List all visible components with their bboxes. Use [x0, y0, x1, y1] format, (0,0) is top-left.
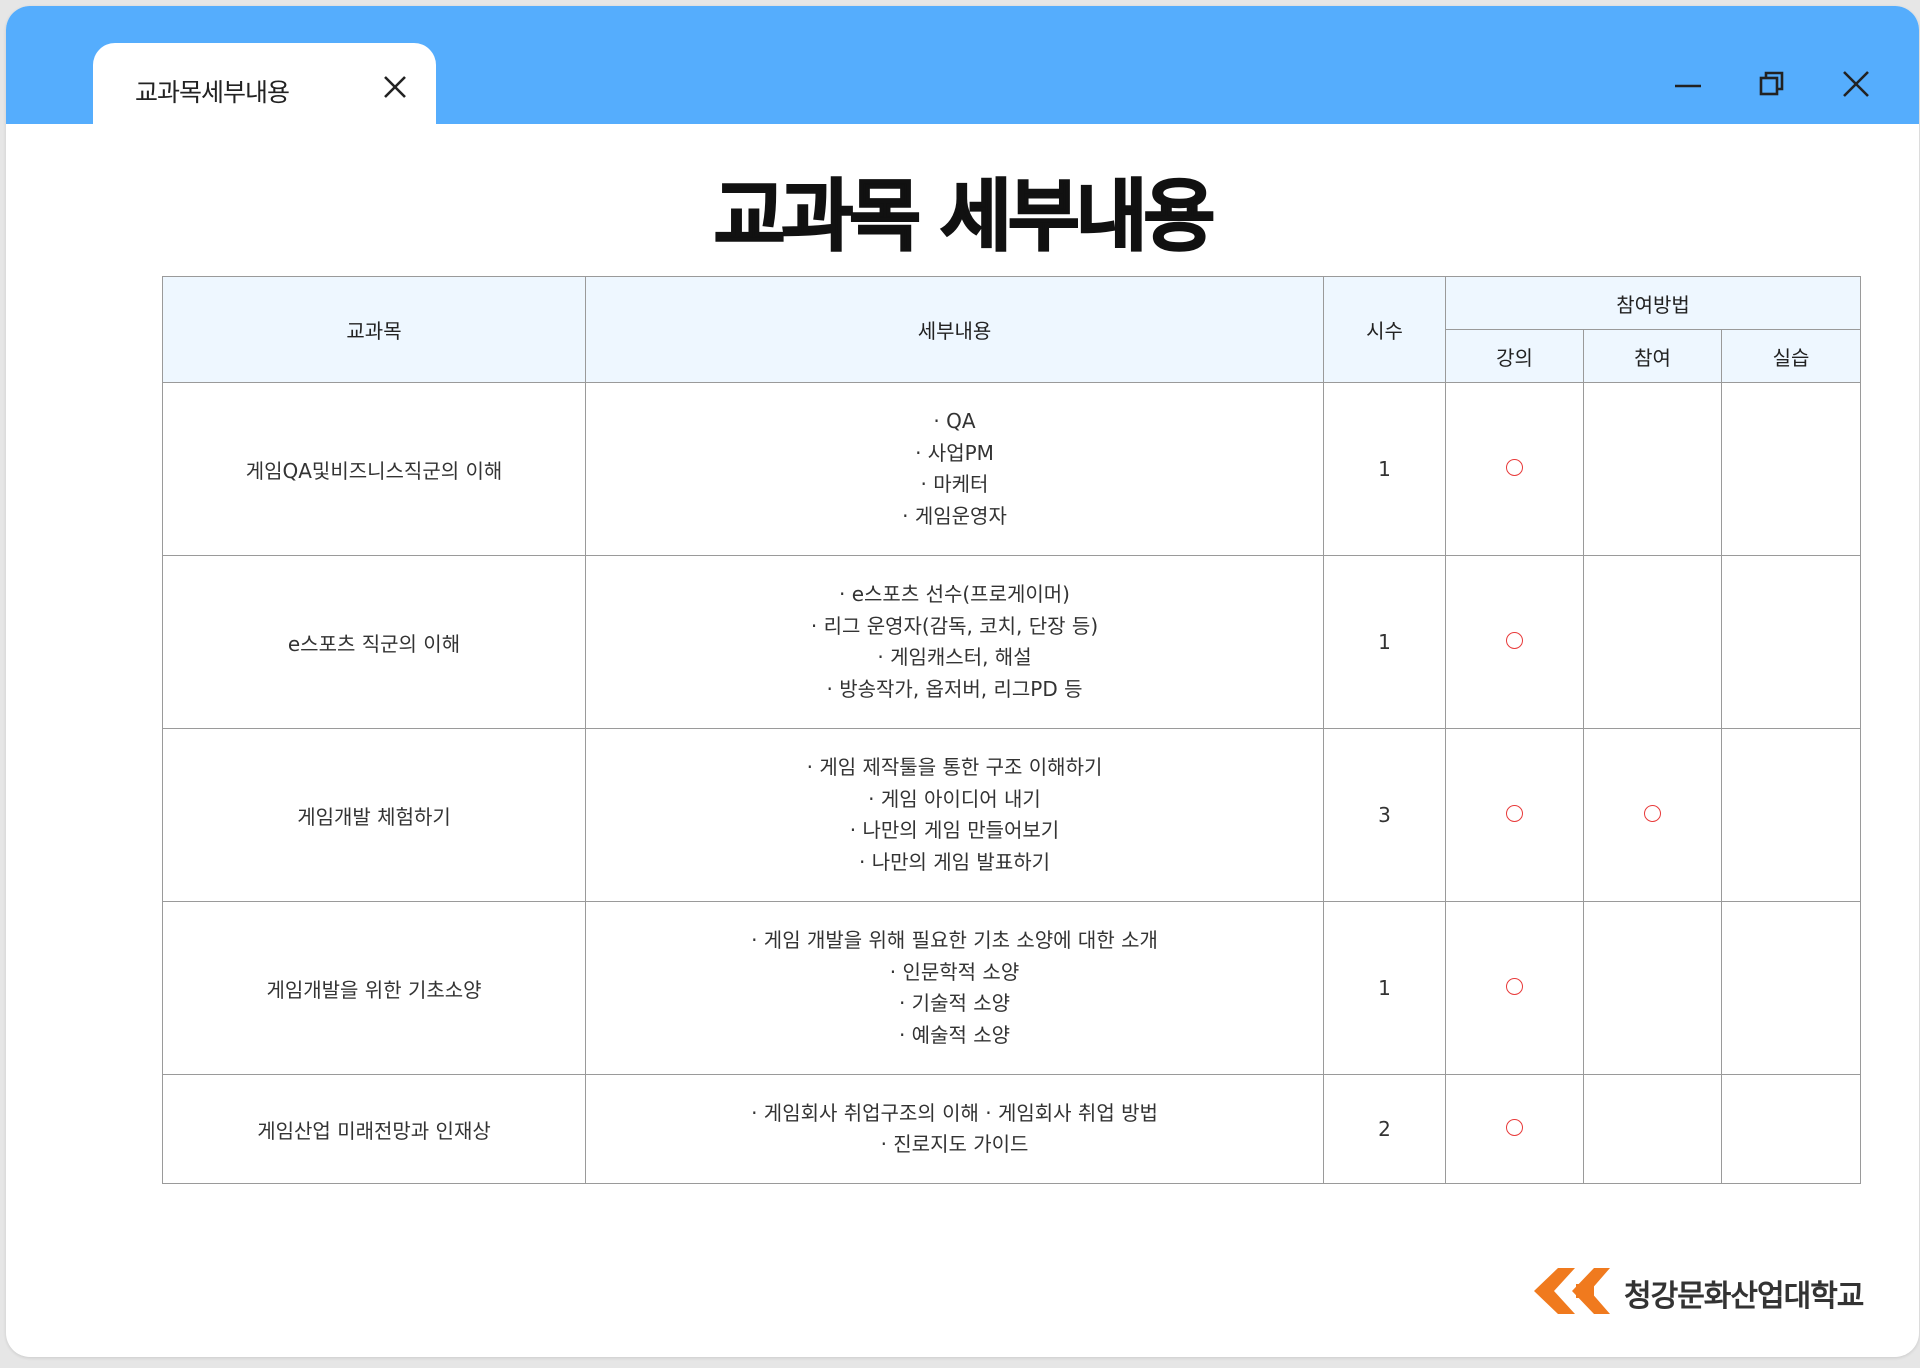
detail-line: · 나만의 게임 만들어보기	[849, 818, 1060, 842]
detail-line: · 진로지도 가이드	[880, 1132, 1029, 1156]
table-row: 게임산업 미래전망과 인재상 · 게임회사 취업구조의 이해 · 게임회사 취업…	[162, 1074, 1862, 1184]
hours-cell: 1	[1323, 382, 1446, 556]
subject-cell: 게임개발 체험하기	[162, 728, 586, 902]
practice-cell	[1720, 901, 1862, 1075]
details-cell: · 게임 개발을 위해 필요한 기초 소양에 대한 소개 · 인문학적 소양 ·…	[585, 901, 1324, 1075]
app-window: 교과목세부내용 교과목 세부내용 교과목 세부내용 시수 참여방법 강의 참여 …	[6, 6, 1919, 1357]
details-cell: · e스포츠 선수(프로게이머) · 리그 운영자(감독, 코치, 단장 등) …	[585, 555, 1324, 729]
circle-mark-icon	[1506, 632, 1523, 649]
tab-label: 교과목세부내용	[135, 78, 290, 107]
detail-line: · 게임회사 취업구조의 이해 · 게임회사 취업 방법	[751, 1100, 1158, 1125]
details-cell: · 게임 제작툴을 통한 구조 이해하기 · 게임 아이디어 내기 · 나만의 …	[585, 728, 1324, 902]
detail-line: · 게임 개발을 위해 필요한 기초 소양에 대한 소개	[751, 928, 1158, 952]
detail-line: · QA	[933, 409, 976, 433]
details-cell: · QA · 사업PM · 마케터 · 게임운영자	[585, 382, 1324, 556]
circle-mark-icon	[1506, 459, 1523, 476]
detail-line: · 사업PM	[915, 440, 994, 465]
detail-line: · 인문학적 소양	[889, 959, 1020, 984]
participation-cell	[1583, 1074, 1722, 1184]
participation-cell	[1583, 555, 1722, 729]
tab-close-icon[interactable]	[381, 73, 409, 101]
subject-cell: 게임QA및비즈니스직군의 이해	[162, 382, 586, 556]
participation-cell	[1583, 728, 1722, 902]
detail-line: · e스포츠 선수(프로게이머)	[839, 582, 1070, 606]
detail-line: · 게임운영자	[902, 503, 1007, 528]
lecture-cell	[1445, 728, 1584, 902]
university-logo-icon	[1534, 1268, 1610, 1314]
detail-line: · 게임캐스터, 해설	[877, 645, 1032, 669]
table-row: e스포츠 직군의 이해 · e스포츠 선수(프로게이머) · 리그 운영자(감독…	[162, 555, 1862, 729]
circle-mark-icon	[1644, 805, 1661, 822]
practice-cell	[1720, 555, 1862, 729]
detail-line: · 게임 아이디어 내기	[868, 786, 1041, 811]
detail-line: · 마케터	[920, 472, 989, 496]
restore-icon[interactable]	[1756, 68, 1788, 100]
title-bar: 교과목세부내용	[6, 6, 1919, 133]
circle-mark-icon	[1506, 805, 1523, 822]
circle-mark-icon	[1506, 978, 1523, 995]
participation-cell	[1583, 382, 1722, 556]
lecture-cell	[1445, 555, 1584, 729]
header-method-lecture: 강의	[1445, 329, 1584, 383]
university-name: 청강문화산업대학교	[1624, 1279, 1864, 1314]
hours-cell: 1	[1323, 901, 1446, 1075]
table-row: 게임QA및비즈니스직군의 이해 · QA · 사업PM · 마케터 · 게임운영…	[162, 382, 1862, 556]
detail-line: · 나만의 게임 발표하기	[858, 849, 1051, 874]
lecture-cell	[1445, 1074, 1584, 1184]
detail-line: · 방송작가, 옵저버, 리그PD 등	[826, 676, 1083, 701]
header-method: 참여방법	[1444, 276, 1862, 330]
subject-cell: 게임산업 미래전망과 인재상	[162, 1074, 586, 1184]
header-method-practice: 실습	[1720, 329, 1862, 383]
window-close-icon[interactable]	[1840, 68, 1872, 100]
table-row: 게임개발 체험하기 · 게임 제작툴을 통한 구조 이해하기 · 게임 아이디어…	[162, 728, 1862, 902]
university-logo: 청강문화산업대학교	[1532, 1263, 1864, 1319]
hours-cell: 1	[1323, 555, 1446, 729]
detail-line: · 기술적 소양	[898, 991, 1011, 1015]
header-subject: 교과목	[162, 276, 586, 383]
hours-cell: 2	[1323, 1074, 1446, 1184]
circle-mark-icon	[1506, 1119, 1523, 1136]
minimize-icon[interactable]	[1672, 68, 1704, 100]
header-hours: 시수	[1323, 276, 1446, 383]
subject-cell: 게임개발을 위한 기초소양	[162, 901, 586, 1075]
hours-cell: 3	[1323, 728, 1446, 902]
practice-cell	[1720, 382, 1862, 556]
header-method-participation: 참여	[1583, 329, 1722, 383]
tab-course-details[interactable]: 교과목세부내용	[93, 43, 436, 133]
detail-line: · 리그 운영자(감독, 코치, 단장 등)	[810, 613, 1099, 638]
course-details-table: 교과목 세부내용 시수 참여방법 강의 참여 실습 게임QA및비즈니스직군의 이…	[162, 276, 1862, 1184]
header-details: 세부내용	[585, 276, 1324, 383]
detail-line: · 게임 제작툴을 통한 구조 이해하기	[806, 755, 1103, 779]
subject-cell: e스포츠 직군의 이해	[162, 555, 586, 729]
practice-cell	[1720, 1074, 1862, 1184]
lecture-cell	[1445, 382, 1584, 556]
page-title: 교과목 세부내용	[713, 171, 1216, 263]
participation-cell	[1583, 901, 1722, 1075]
detail-line: · 예술적 소양	[898, 1022, 1011, 1047]
table-row: 게임개발을 위한 기초소양 · 게임 개발을 위해 필요한 기초 소양에 대한 …	[162, 901, 1862, 1075]
details-cell: · 게임회사 취업구조의 이해 · 게임회사 취업 방법 · 진로지도 가이드	[585, 1074, 1324, 1184]
lecture-cell	[1445, 901, 1584, 1075]
practice-cell	[1720, 728, 1862, 902]
